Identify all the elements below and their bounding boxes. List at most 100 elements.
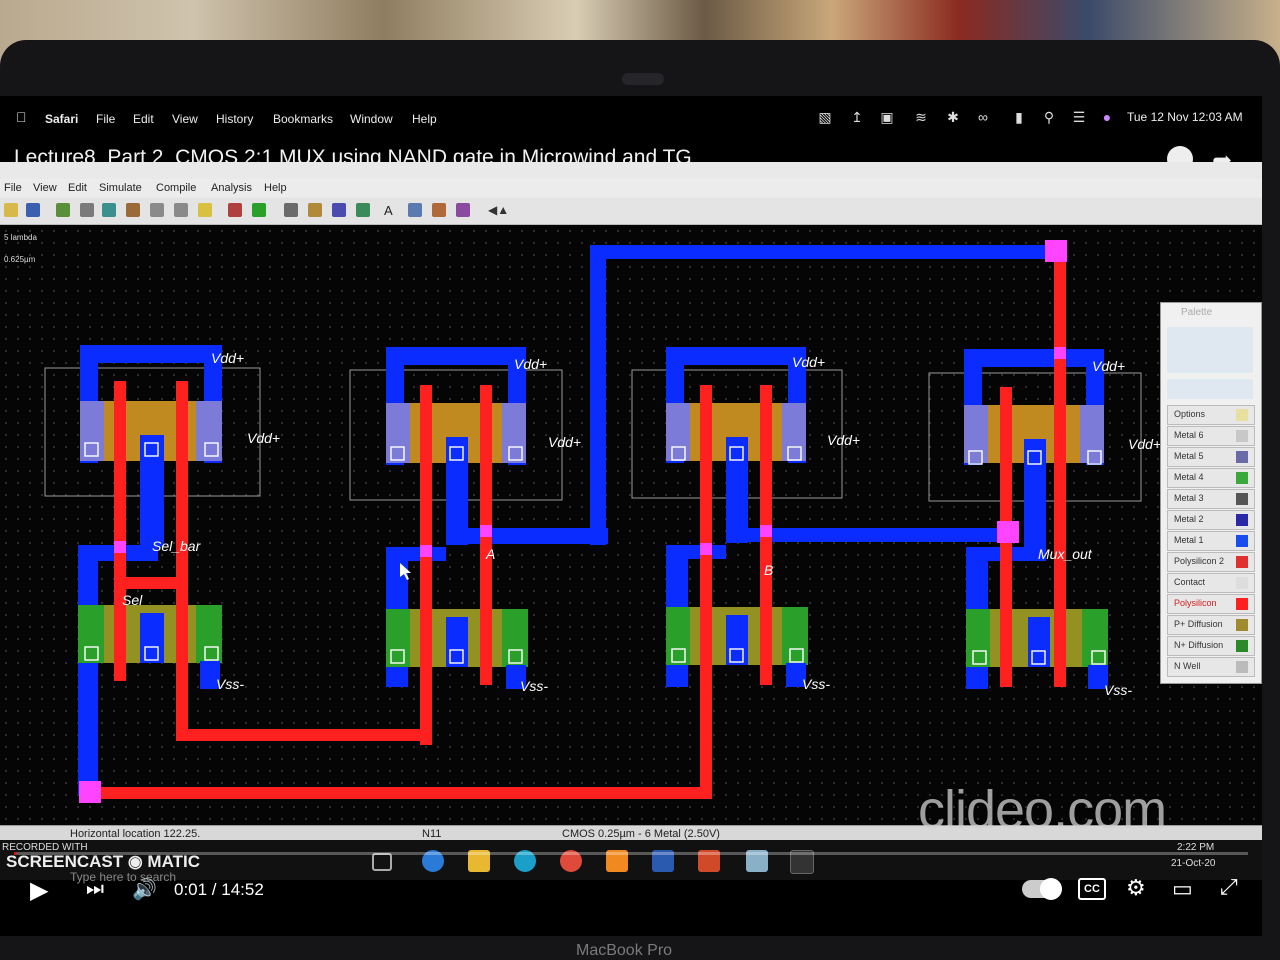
palette-label: Metal 2 [1174, 514, 1204, 524]
settings-gear-icon[interactable]: ⚙ [1126, 875, 1146, 901]
palette-metal5[interactable]: Metal 5 [1167, 447, 1255, 467]
palette-polysilicon2[interactable]: Polysilicon 2 [1167, 552, 1255, 572]
menu-view[interactable]: View [172, 112, 198, 126]
progress-fill [14, 852, 16, 855]
menu-bookmarks[interactable]: Bookmarks [273, 112, 333, 126]
app-menu-file[interactable]: File [4, 182, 22, 194]
mac-menubar:  Safari File Edit View History Bookmark… [0, 96, 1262, 140]
swatch-icon [1236, 556, 1248, 568]
apple-menu-icon[interactable]:  [16, 109, 27, 125]
sel-bar-label: Sel_bar [152, 538, 202, 554]
palette-metal1[interactable]: Metal 1 [1167, 531, 1255, 551]
app-menu-analysis[interactable]: Analysis [211, 182, 252, 194]
control-center-icon[interactable]: ☰ [1070, 108, 1088, 126]
a-label: A [485, 546, 495, 562]
open-icon[interactable] [4, 203, 18, 217]
vdd-label-8: Vdd+ [1128, 436, 1160, 452]
volume-icon[interactable]: 🔊 [132, 877, 157, 902]
menu-help[interactable]: Help [412, 112, 437, 126]
save-icon[interactable] [26, 203, 40, 217]
exit-fullscreen-icon[interactable]: ⤢ [1220, 874, 1238, 900]
connect-icon[interactable] [408, 203, 422, 217]
app-menu-compile[interactable]: Compile [156, 182, 196, 194]
nand-gate-1 [78, 345, 430, 795]
app-toolbar: A ◀▲ [0, 198, 1262, 225]
play-icon[interactable]: ▶ [30, 876, 48, 905]
zoom-in-icon[interactable] [150, 203, 164, 217]
scribble-icon[interactable]: ≋ [912, 108, 930, 126]
draw-box-icon[interactable] [56, 203, 70, 217]
zoom-out-icon[interactable] [174, 203, 188, 217]
app-menu-edit[interactable]: Edit [68, 182, 87, 194]
swatch-icon [1236, 640, 1248, 652]
laptop-screen:  Safari File Edit View History Bookmark… [0, 96, 1262, 936]
layers-icon[interactable] [456, 203, 470, 217]
word-icon[interactable]: ▣ [878, 108, 896, 126]
palette-tool-icons[interactable] [1167, 327, 1253, 373]
search-icon[interactable]: ⚲ [1040, 108, 1058, 126]
run-simulation-icon[interactable] [252, 203, 266, 217]
palette-label: Polysilicon [1174, 598, 1217, 608]
app-menu-view[interactable]: View [33, 182, 57, 194]
menu-app-name[interactable]: Safari [45, 112, 78, 126]
palette-label: Metal 5 [1174, 451, 1204, 461]
swatch-icon [1236, 430, 1248, 442]
delete-icon[interactable] [80, 203, 94, 217]
cross-section-icon[interactable] [308, 203, 322, 217]
vss-label-1: Vss- [216, 676, 244, 692]
menu-file[interactable]: File [96, 112, 115, 126]
app-menu-help[interactable]: Help [264, 182, 287, 194]
cmos-layout[interactable]: Vdd+ Vdd+ Vdd+ Vdd+ Vdd+ Vdd+ Vdd+ Vdd+ … [0, 225, 1160, 825]
siri-icon[interactable]: ● [1098, 108, 1116, 126]
palette-options[interactable]: Options [1167, 405, 1255, 425]
video-controls: ▶ ⏭ 🔊 0:01 / 14:52 CC ⚙ ▭ ⤢ [0, 852, 1262, 936]
mos-generator-icon[interactable] [432, 203, 446, 217]
upload-icon[interactable]: ↥ [848, 108, 866, 126]
palette-label: Polysilicon 2 [1174, 556, 1225, 566]
move-icon[interactable] [126, 203, 140, 217]
next-icon[interactable]: ⏭ [86, 878, 104, 901]
battery-icon[interactable]: ▮ [1008, 108, 1030, 126]
vdd-label-3: Vdd+ [514, 356, 547, 372]
swatch-icon [1236, 493, 1248, 505]
vdd-label-5: Vdd+ [792, 354, 825, 370]
link-icon[interactable]: ∞ [974, 108, 992, 126]
swatch-icon [1236, 451, 1248, 463]
pan-arrows-icon[interactable]: ◀▲ [488, 203, 509, 217]
palette-metal3[interactable]: Metal 3 [1167, 489, 1255, 509]
airplay-icon[interactable]: ▭ [1172, 876, 1193, 902]
menu-edit[interactable]: Edit [133, 112, 154, 126]
3d-view-icon[interactable] [332, 203, 346, 217]
palette-signal-icons[interactable] [1167, 379, 1253, 399]
autoplay-knob [1040, 878, 1062, 900]
swatch-icon [1236, 661, 1248, 673]
palette-metal2[interactable]: Metal 2 [1167, 510, 1255, 530]
vdd-label-1: Vdd+ [211, 350, 244, 366]
palette-polysilicon[interactable]: Polysilicon [1167, 594, 1255, 614]
bluetooth-icon[interactable]: ✱ [944, 108, 962, 126]
screen-share-icon[interactable]: ▧ [816, 108, 834, 126]
palette-metal4[interactable]: Metal 4 [1167, 468, 1255, 488]
swatch-icon [1236, 598, 1248, 610]
menu-history[interactable]: History [216, 112, 253, 126]
palette-n-well[interactable]: N Well [1167, 657, 1255, 677]
measure-icon[interactable] [228, 203, 242, 217]
mux-out-label: Mux_out [1038, 546, 1093, 562]
layout-canvas[interactable]: 5 lambda 0.625µm Vdd+ Vdd+ Vdd+ Vdd+ Vdd… [0, 225, 1262, 825]
palette-contact[interactable]: Contact [1167, 573, 1255, 593]
view-all-icon[interactable] [198, 203, 212, 217]
copy-icon[interactable] [102, 203, 116, 217]
drc-icon[interactable] [356, 203, 370, 217]
progress-bar[interactable] [14, 852, 1248, 855]
palette-p-diffusion[interactable]: P+ Diffusion [1167, 615, 1255, 635]
process-icon[interactable] [284, 203, 298, 217]
palette-metal6[interactable]: Metal 6 [1167, 426, 1255, 446]
swatch-icon [1236, 619, 1248, 631]
vdd-label-7: Vdd+ [1092, 358, 1125, 374]
palette-n-diffusion[interactable]: N+ Diffusion [1167, 636, 1255, 656]
menubar-clock: Tue 12 Nov 12:03 AM [1127, 110, 1243, 124]
text-icon[interactable]: A [384, 203, 398, 218]
app-menu-simulate[interactable]: Simulate [99, 182, 142, 194]
captions-button[interactable]: CC [1078, 878, 1106, 900]
menu-window[interactable]: Window [350, 112, 393, 126]
